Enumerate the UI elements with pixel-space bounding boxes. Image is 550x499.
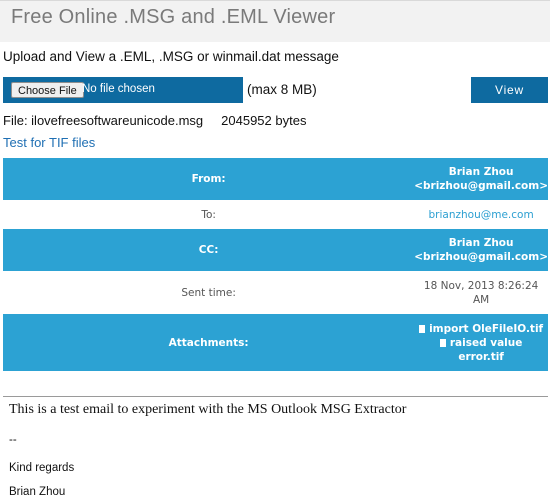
title-bar: Free Online .MSG and .EML Viewer (0, 0, 550, 42)
to-row: To: brianzhou@me.com (3, 200, 548, 229)
from-label: From: (3, 158, 415, 200)
file-size: 2045952 bytes (221, 113, 307, 128)
sent-time-line2: AM (472, 293, 490, 306)
tif-test-link[interactable]: Test for TIF files (3, 135, 95, 150)
message-closing: Kind regards (9, 462, 75, 474)
attachment-2-name-line1: raised value (449, 336, 523, 349)
message-body-line: This is a test email to experiment with … (9, 402, 407, 417)
file-name: File: ilovefreesoftwareunicode.msg (3, 113, 204, 128)
document-icon (439, 338, 446, 347)
cc-label: CC: (3, 229, 415, 271)
message-divider (3, 396, 548, 397)
file-info: File: ilovefreesoftwareunicode.msg 204595… (3, 113, 306, 128)
sent-time-line1: 18 Nov, 2013 8:26:24 (423, 279, 539, 292)
choose-file-button[interactable]: Choose File (11, 82, 84, 98)
document-icon (419, 324, 426, 333)
cc-email: <brizhou@gmail.com> (414, 251, 548, 263)
message-signature-separator: -- (9, 434, 17, 446)
cc-row: CC: Brian Zhou <brizhou@gmail.com> (3, 229, 548, 271)
message-headers-table: From: Brian Zhou <brizhou@gmail.com> To:… (3, 158, 548, 371)
message-signature-name: Brian Zhou (9, 486, 66, 498)
sent-time-row: Sent time: 18 Nov, 2013 8:26:24 AM (3, 271, 548, 314)
attachments-row: Attachments: import OleFileIO.tif raised… (3, 314, 548, 371)
attachment-link-1[interactable]: import OleFileIO.tif (414, 322, 548, 336)
attachment-2-name-line2: error.tif (458, 350, 504, 363)
sent-time-label: Sent time: (3, 271, 415, 314)
view-button[interactable]: View (471, 77, 548, 103)
upload-form: Choose File No file chosen (max 8 MB) Vi… (3, 77, 548, 103)
file-input[interactable]: Choose File No file chosen (3, 77, 243, 103)
cc-name: Brian Zhou (448, 237, 514, 249)
max-size-note: (max 8 MB) (247, 82, 317, 97)
from-name: Brian Zhou (448, 166, 514, 178)
attachment-1-name: import OleFileIO.tif (429, 322, 544, 335)
upload-instructions: Upload and View a .EML, .MSG or winmail.… (3, 49, 339, 64)
sent-time-value: 18 Nov, 2013 8:26:24 AM (414, 271, 548, 314)
from-email: <brizhou@gmail.com> (414, 180, 548, 192)
from-row: From: Brian Zhou <brizhou@gmail.com> (3, 158, 548, 200)
to-label: To: (3, 200, 415, 229)
no-file-chosen-label: No file chosen (82, 83, 155, 95)
cc-value: Brian Zhou <brizhou@gmail.com> (414, 229, 548, 271)
attachments-list: import OleFileIO.tif raised value error.… (414, 314, 548, 371)
from-value: Brian Zhou <brizhou@gmail.com> (414, 158, 548, 200)
attachments-label: Attachments: (3, 314, 415, 371)
attachment-link-2[interactable]: raised value (414, 336, 548, 350)
to-email-link[interactable]: brianzhou@me.com (414, 200, 548, 229)
page-title: Free Online .MSG and .EML Viewer (11, 6, 336, 28)
